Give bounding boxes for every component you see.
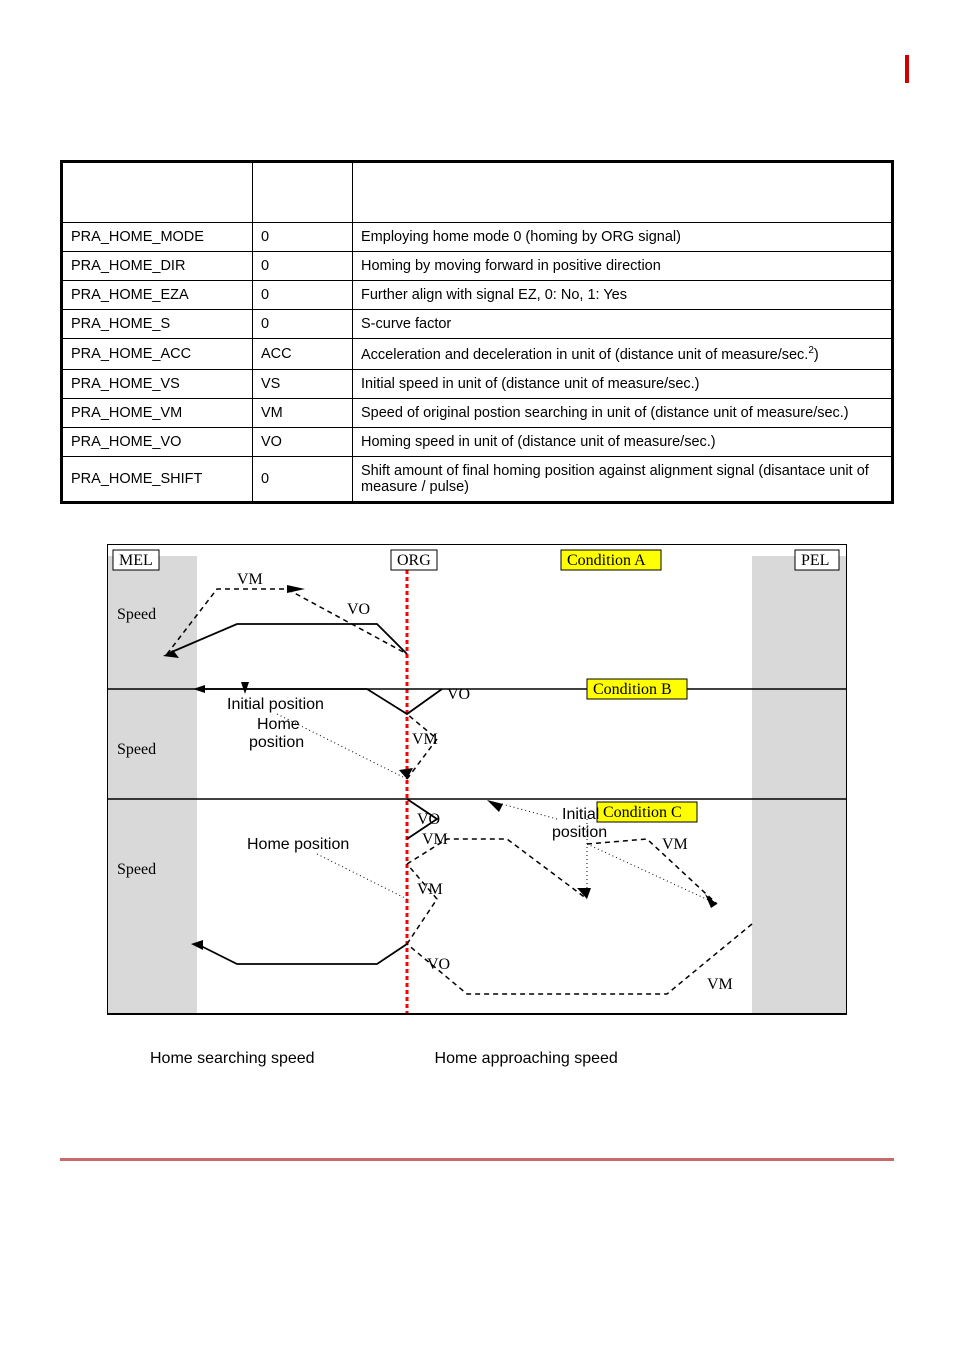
param-value: VM (253, 398, 353, 427)
legend-item: Home searching speed (150, 1050, 315, 1068)
parameter-table: PRA_HOME_MODE 0 Employing home mode 0 (h… (60, 160, 894, 504)
svg-text:VM: VM (422, 831, 448, 848)
svg-text:VM: VM (237, 571, 263, 588)
svg-text:Condition A: Condition A (567, 552, 646, 569)
param-desc: Employing home mode 0 (homing by ORG sig… (353, 223, 892, 252)
legend-label: Home searching speed (150, 1050, 315, 1068)
param-value: VS (253, 369, 353, 398)
svg-text:VO: VO (427, 956, 450, 973)
svg-text:VO: VO (417, 811, 440, 828)
svg-text:Home: Home (257, 716, 300, 733)
cursor-mark (905, 55, 909, 83)
svg-text:PEL: PEL (801, 552, 829, 569)
table-header-row (63, 163, 892, 223)
svg-text:Speed: Speed (117, 741, 156, 758)
diagram-legend: Home searching speed Home approaching sp… (60, 1050, 894, 1068)
param-value: ACC (253, 339, 353, 370)
legend-label: Home approaching speed (435, 1050, 618, 1068)
table-row: PRA_HOME_S 0 S-curve factor (63, 310, 892, 339)
svg-text:Initial position: Initial position (227, 696, 324, 713)
svg-text:Speed: Speed (117, 606, 156, 623)
param-desc: Speed of original postion searching in u… (353, 398, 892, 427)
svg-text:VM: VM (707, 976, 733, 993)
table-row: PRA_HOME_SHIFT 0 Shift amount of final h… (63, 456, 892, 501)
param-name: PRA_HOME_SHIFT (63, 456, 253, 501)
legend-item: Home approaching speed (435, 1050, 618, 1068)
param-desc: Shift amount of final homing position ag… (353, 456, 892, 501)
param-value: 0 (253, 252, 353, 281)
param-value: 0 (253, 223, 353, 252)
param-name: PRA_HOME_ACC (63, 339, 253, 370)
table-header (353, 163, 892, 223)
table-row: PRA_HOME_VO VO Homing speed in unit of (… (63, 427, 892, 456)
param-value: VO (253, 427, 353, 456)
svg-text:VO: VO (347, 601, 370, 618)
svg-text:Speed: Speed (117, 861, 156, 878)
table-row: PRA_HOME_MODE 0 Employing home mode 0 (h… (63, 223, 892, 252)
param-name: PRA_HOME_VM (63, 398, 253, 427)
svg-text:VO: VO (447, 686, 470, 703)
svg-text:VM: VM (417, 881, 443, 898)
svg-text:VM: VM (412, 731, 438, 748)
param-value: 0 (253, 456, 353, 501)
page: PRA_HOME_MODE 0 Employing home mode 0 (h… (0, 0, 954, 1191)
param-desc: S-curve factor (353, 310, 892, 339)
param-desc: Further align with signal EZ, 0: No, 1: … (353, 281, 892, 310)
param-name: PRA_HOME_VO (63, 427, 253, 456)
param-desc: Initial speed in unit of (distance unit … (353, 369, 892, 398)
table-row: PRA_HOME_EZA 0 Further align with signal… (63, 281, 892, 310)
svg-text:ORG: ORG (397, 552, 431, 569)
svg-text:VM: VM (662, 836, 688, 853)
svg-text:MEL: MEL (119, 552, 153, 569)
svg-text:Condition C: Condition C (603, 804, 682, 821)
svg-text:Condition B: Condition B (593, 681, 672, 698)
table-row: PRA_HOME_VS VS Initial speed in unit of … (63, 369, 892, 398)
footer-rule (60, 1158, 894, 1161)
table-row: PRA_HOME_DIR 0 Homing by moving forward … (63, 252, 892, 281)
param-value: 0 (253, 281, 353, 310)
param-name: PRA_HOME_VS (63, 369, 253, 398)
svg-text:Initial: Initial (562, 806, 599, 823)
param-name: PRA_HOME_S (63, 310, 253, 339)
param-desc: Homing by moving forward in positive dir… (353, 252, 892, 281)
table-row: PRA_HOME_VM VM Speed of original postion… (63, 398, 892, 427)
homing-diagram: MEL ORG Condition A PEL Speed VM VO Cond… (107, 544, 847, 1044)
param-value: 0 (253, 310, 353, 339)
param-desc: Acceleration and deceleration in unit of… (353, 339, 892, 370)
param-name: PRA_HOME_DIR (63, 252, 253, 281)
param-desc: Homing speed in unit of (distance unit o… (353, 427, 892, 456)
table-header (253, 163, 353, 223)
param-name: PRA_HOME_EZA (63, 281, 253, 310)
table-header (63, 163, 253, 223)
svg-text:position: position (552, 824, 607, 841)
table-row: PRA_HOME_ACC ACC Acceleration and decele… (63, 339, 892, 370)
svg-text:position: position (249, 734, 304, 751)
param-desc-tail: ) (814, 347, 819, 363)
param-desc-text: Acceleration and deceleration in unit of… (361, 347, 808, 363)
svg-text:Home position: Home position (247, 836, 349, 853)
param-name: PRA_HOME_MODE (63, 223, 253, 252)
